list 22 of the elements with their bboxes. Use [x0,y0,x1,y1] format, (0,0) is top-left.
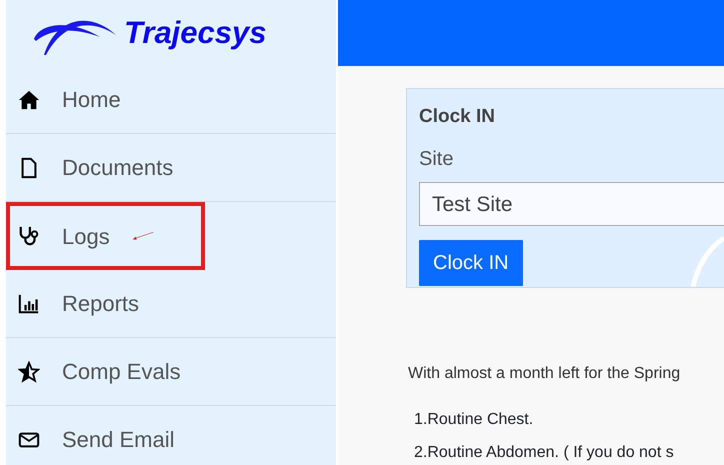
list-number: 1. [414,411,428,428]
site-label: Site [419,146,454,172]
card-title: Clock IN [419,105,496,129]
nav-label: Reports [62,290,140,318]
nav-label: Home [62,86,121,114]
nav-item[interactable]: Documents [6,134,336,202]
nav-item[interactable]: Comp Evals [6,338,336,406]
message-text: With almost a month left for the Spring [408,364,682,384]
logo-text: Trajecsys [124,14,266,52]
list-number: 2. [414,444,428,461]
nav-label: Logs [62,222,110,251]
nav-item[interactable]: Reports [6,270,336,338]
highlighted-nav-item[interactable]: Logs [6,202,205,270]
list-item: Routine Abdomen. ( If you do not s [427,444,674,461]
nav-item[interactable]: Home [6,66,336,134]
nav-item[interactable]: Send Email [6,406,336,465]
site-select[interactable]: Test Site [419,182,724,226]
nav-label: Send Email [62,426,175,454]
list-item: Routine Chest. [427,411,534,428]
nav-label: Comp Evals [62,358,181,386]
clock-in-button[interactable]: Clock IN [419,240,523,286]
nav-label: Documents [62,154,174,182]
